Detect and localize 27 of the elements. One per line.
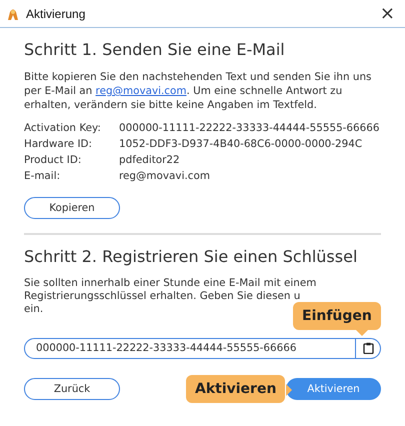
email-link[interactable]: reg@movavi.com	[96, 85, 186, 97]
callout-label: Aktivieren	[186, 375, 286, 403]
field-label: Hardware ID:	[24, 138, 94, 152]
paste-button[interactable]	[356, 338, 381, 358]
callout-pointer	[356, 330, 368, 336]
field-value: 000000-11111-22222-33333-44444-55555-66666	[119, 122, 380, 136]
callout-label: Einfügen	[293, 302, 381, 330]
instruction-text: ein.	[24, 302, 44, 316]
callout-pointer	[286, 384, 292, 396]
instruction-text: Sie sollten innerhalb einer Stunde eine E-Mail mit einem	[24, 276, 316, 290]
clipboard-icon	[362, 342, 374, 354]
field-label: E-mail:	[24, 170, 62, 184]
key-input-field[interactable]: 000000-11111-22222-33333-44444-55555-66666	[24, 338, 356, 358]
field-value: reg@movavi.com	[119, 170, 211, 184]
instruction-text: Registrierungsschlüssel erhalten. Geben Sie diesen u	[24, 290, 300, 302]
field-label: Product ID:	[24, 154, 82, 168]
instruction-text: Bitte kopieren Sie den nachstehenden Text und senden Sie ihn uns per E-Mail an reg@movavi.com. Um eine schnelle Antwort zu erhalten, verändern sie bitte keine Angaben im Textfeld.	[24, 70, 372, 112]
back-button[interactable]: Zurück	[24, 378, 120, 400]
close-button[interactable]: ×	[376, 3, 399, 24]
field-value: pdfeditor22	[119, 154, 181, 168]
field-value: 1052-DDF3-D937-4B40-68C6-0000-0000-294C	[119, 138, 364, 152]
section-heading: Schritt 2. Registrieren Sie einen Schlüssel	[24, 246, 358, 266]
copy-button[interactable]: Kopieren	[24, 196, 120, 218]
window-title: Aktivierung	[26, 6, 86, 20]
field-label: Activation Key:	[24, 122, 102, 136]
section-heading: Schritt 1. Senden Sie eine E-Mail	[24, 40, 286, 60]
app-icon	[6, 6, 20, 20]
